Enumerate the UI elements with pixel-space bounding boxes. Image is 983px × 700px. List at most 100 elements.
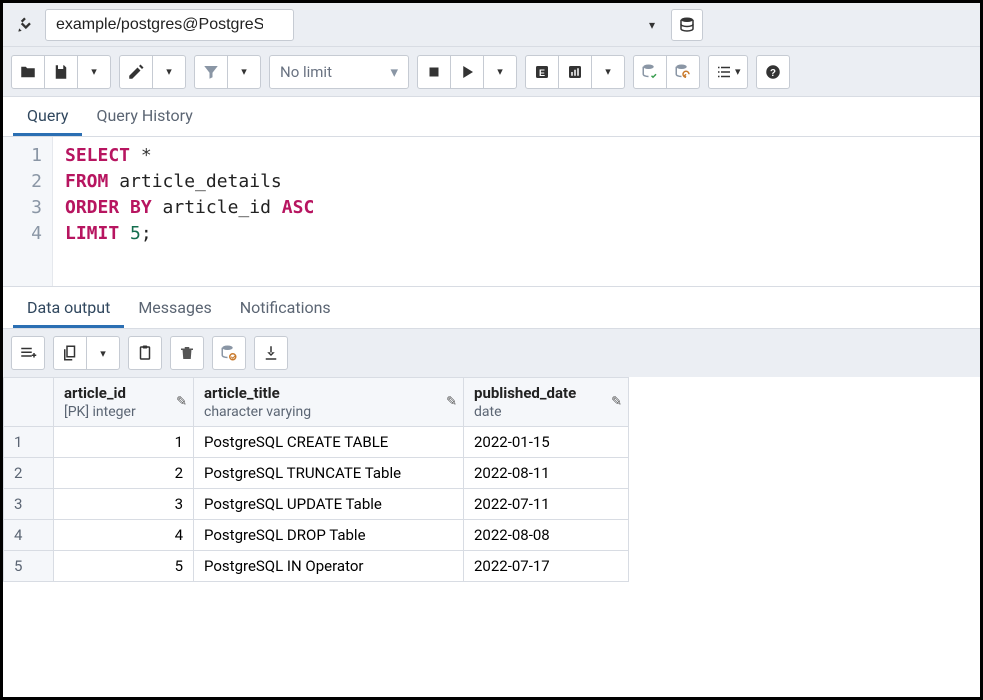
cell-published-date[interactable]: 2022-01-15 [464, 427, 629, 458]
db-rollback-icon [674, 63, 692, 81]
svg-text:E: E [539, 67, 545, 77]
row-number[interactable]: 3 [4, 489, 54, 520]
edit-button[interactable] [119, 55, 153, 89]
tab-data-output[interactable]: Data output [13, 288, 124, 328]
open-button[interactable] [11, 55, 45, 89]
cell-published-date[interactable]: 2022-07-11 [464, 489, 629, 520]
help-button[interactable]: ? [756, 55, 790, 89]
code-line[interactable]: FROM article_details [65, 169, 968, 195]
cell-article-id[interactable]: 1 [54, 427, 194, 458]
line-number: 3 [3, 195, 42, 221]
cell-published-date[interactable]: 2022-08-11 [464, 458, 629, 489]
save-dropdown-button[interactable]: ▾ [77, 55, 111, 89]
row-number[interactable]: 2 [4, 458, 54, 489]
tab-notifications[interactable]: Notifications [226, 288, 345, 328]
cell-article-title[interactable]: PostgreSQL CREATE TABLE [194, 427, 464, 458]
db-save-icon [220, 344, 238, 362]
column-title: published_date [474, 384, 618, 402]
edit-dropdown-button[interactable]: ▾ [152, 55, 186, 89]
row-number[interactable]: 1 [4, 427, 54, 458]
save-button[interactable] [44, 55, 78, 89]
row-number[interactable]: 4 [4, 520, 54, 551]
filter-button[interactable] [194, 55, 228, 89]
cell-article-title[interactable]: PostgreSQL UPDATE Table [194, 489, 464, 520]
download-icon [262, 344, 280, 362]
cell-published-date[interactable]: 2022-07-17 [464, 551, 629, 582]
connection-input[interactable] [45, 9, 294, 41]
tab-messages[interactable]: Messages [124, 288, 225, 328]
chevron-down-icon: ▾ [91, 65, 97, 78]
db-check-icon [641, 63, 659, 81]
line-gutter: 1234 [3, 137, 53, 286]
add-row-button[interactable] [11, 336, 45, 370]
save-icon [52, 63, 70, 81]
cell-article-id[interactable]: 3 [54, 489, 194, 520]
pencil-icon[interactable]: ✎ [176, 395, 187, 410]
line-number: 4 [3, 221, 42, 247]
code-line[interactable]: SELECT * [65, 143, 968, 169]
explain-button[interactable]: E [525, 55, 559, 89]
code-line[interactable]: LIMIT 5; [65, 221, 968, 247]
column-header-published_date[interactable]: published_datedate ✎ [464, 378, 629, 427]
result-table-wrap: article_id[PK] integer✎article_titlechar… [3, 377, 980, 582]
row-number[interactable]: 5 [4, 551, 54, 582]
connection-bar: ▾ [3, 3, 980, 47]
paste-button[interactable] [128, 336, 162, 370]
table-row[interactable]: 22PostgreSQL TRUNCATE Table2022-08-11 [4, 458, 629, 489]
delete-button[interactable] [170, 336, 204, 370]
run-button[interactable] [450, 55, 484, 89]
help-icon: ? [764, 63, 782, 81]
cell-article-title[interactable]: PostgreSQL DROP Table [194, 520, 464, 551]
cell-article-title[interactable]: PostgreSQL TRUNCATE Table [194, 458, 464, 489]
filter-dropdown-button[interactable]: ▾ [227, 55, 261, 89]
pencil-icon[interactable]: ✎ [611, 395, 622, 410]
save-data-button[interactable] [212, 336, 246, 370]
cell-article-title[interactable]: PostgreSQL IN Operator [194, 551, 464, 582]
chevron-down-icon[interactable]: ▾ [649, 18, 655, 32]
download-button[interactable] [254, 336, 288, 370]
editor-tabs: Query Query History [3, 97, 980, 137]
rollback-button[interactable] [666, 55, 700, 89]
macro-button[interactable]: ▾ [708, 55, 748, 89]
table-row[interactable]: 55PostgreSQL IN Operator2022-07-17 [4, 551, 629, 582]
analyze-dropdown-button[interactable]: ▾ [591, 55, 625, 89]
limit-label: No limit [280, 63, 332, 81]
code-line[interactable]: ORDER BY article_id ASC [65, 195, 968, 221]
commit-button[interactable] [633, 55, 667, 89]
trash-icon [178, 344, 196, 362]
analyze-button[interactable] [558, 55, 592, 89]
limit-select[interactable]: No limit ▾ [269, 55, 409, 89]
run-dropdown-button[interactable]: ▾ [483, 55, 517, 89]
tab-query[interactable]: Query [13, 96, 82, 136]
copy-icon [61, 344, 79, 362]
cell-article-id[interactable]: 2 [54, 458, 194, 489]
tab-query-history[interactable]: Query History [82, 96, 206, 136]
new-connection-button[interactable] [671, 9, 703, 41]
copy-button[interactable] [53, 336, 87, 370]
table-row[interactable]: 44PostgreSQL DROP Table2022-08-08 [4, 520, 629, 551]
table-row[interactable]: 33PostgreSQL UPDATE Table2022-07-11 [4, 489, 629, 520]
database-icon [678, 16, 696, 34]
cell-article-id[interactable]: 5 [54, 551, 194, 582]
result-tabs: Data output Messages Notifications [3, 287, 980, 329]
chevron-down-icon: ▾ [100, 347, 106, 360]
cell-published-date[interactable]: 2022-08-08 [464, 520, 629, 551]
column-header-article_title[interactable]: article_titlecharacter varying✎ [194, 378, 464, 427]
play-icon [458, 63, 476, 81]
stop-button[interactable] [417, 55, 451, 89]
copy-dropdown-button[interactable]: ▾ [86, 336, 120, 370]
chevron-down-icon: ▾ [166, 65, 172, 78]
code-area[interactable]: SELECT *FROM article_detailsORDER BY art… [53, 137, 980, 286]
column-type: [PK] integer [64, 404, 136, 420]
clipboard-icon [136, 344, 154, 362]
cell-article-id[interactable]: 4 [54, 520, 194, 551]
column-title: article_id [64, 384, 183, 402]
sql-editor[interactable]: 1234 SELECT *FROM article_detailsORDER B… [3, 137, 980, 287]
pencil-icon[interactable]: ✎ [446, 395, 457, 410]
chevron-down-icon: ▾ [735, 65, 741, 78]
table-row[interactable]: 11PostgreSQL CREATE TABLE2022-01-15 [4, 427, 629, 458]
result-toolbar: ▾ [3, 329, 980, 377]
column-header-article_id[interactable]: article_id [PK] integer ✎ [54, 378, 194, 427]
chevron-down-icon: ▾ [497, 65, 503, 78]
column-type: date [474, 404, 502, 420]
